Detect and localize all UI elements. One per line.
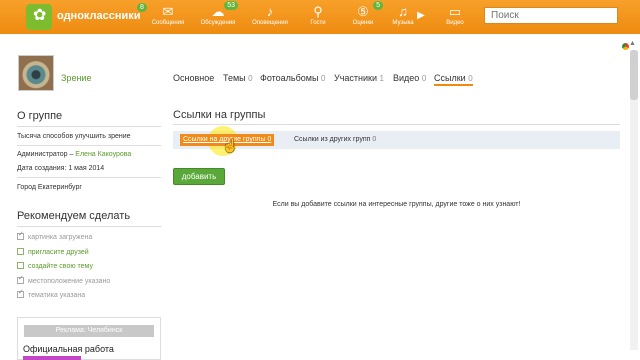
divider	[173, 124, 620, 125]
bell-icon: ♪	[266, 4, 274, 19]
tab-label: Видео	[393, 73, 420, 83]
tab-label: Темы	[223, 73, 246, 83]
tab-count: 0	[248, 74, 253, 83]
ad-text[interactable]: Официальная работа	[23, 344, 114, 354]
empty-state-message: Если вы добавите ссылки на интересные гр…	[272, 201, 521, 208]
brand-name[interactable]: одноклассники	[57, 10, 141, 22]
divider	[17, 226, 161, 227]
about-group-heading: О группе	[17, 110, 63, 122]
page-title: Ссылки на группы	[173, 109, 266, 121]
todo-item-invite-friends[interactable]: пригласите друзей	[17, 248, 89, 256]
tab-count: 0	[421, 74, 427, 83]
subtab-label: Ссылки из других групп	[294, 136, 371, 143]
tab-topics[interactable]: Темы 0	[223, 73, 253, 83]
todo-item-picture: картинка загружена	[17, 233, 92, 241]
admin-name-link[interactable]: Елена Какоурова	[75, 151, 131, 158]
todo-label: местоположение указано	[28, 278, 111, 285]
tab-label: Основное	[173, 73, 215, 83]
creation-date: Дата создания: 1 мая 2014	[17, 165, 105, 172]
subtab-count: 0	[267, 136, 272, 143]
tab-label: Фотоальбомы	[260, 73, 319, 83]
search-input[interactable]	[484, 7, 618, 24]
nav-label: Сообщения	[151, 20, 185, 26]
play-icon: ▶	[417, 10, 425, 21]
nav-video[interactable]: ▭ Видео	[433, 4, 477, 32]
todo-item-location: местоположение указано	[17, 277, 110, 285]
todo-item-topic: тематика указана	[17, 291, 85, 299]
checkbox-checked-icon	[17, 277, 24, 284]
nav-notifications[interactable]: ♪ Оповещения	[248, 4, 292, 32]
nav-guests[interactable]: ⚲ Гости	[296, 4, 340, 32]
admin-line: Администратор – Елена Какоурова	[17, 151, 131, 158]
nav-label: Гости	[310, 20, 326, 26]
checkbox-icon	[17, 248, 24, 255]
tab-video[interactable]: Видео 0	[393, 73, 426, 83]
todo-label: создайте свою тему	[28, 263, 93, 270]
add-link-button[interactable]: добавить	[173, 168, 225, 185]
subtab-count: 0	[372, 136, 377, 143]
todo-label: пригласите друзей	[28, 249, 89, 256]
nav-label: Обсуждения	[200, 20, 236, 26]
todo-label: картинка загружена	[28, 234, 93, 241]
tab-label: Участники	[334, 73, 377, 83]
browser-extension-icon[interactable]	[622, 43, 629, 50]
tab-count: 0	[320, 74, 326, 83]
tab-members[interactable]: Участники 1	[334, 73, 384, 83]
nav-messages[interactable]: ✉ Сообщения	[146, 4, 190, 32]
ok-logo-icon: ✿	[33, 7, 47, 24]
group-name[interactable]: Зрение	[61, 73, 91, 83]
hand-cursor-icon: ☝	[222, 138, 239, 153]
divider	[17, 126, 161, 127]
divider	[17, 145, 161, 146]
tab-count: 0	[468, 74, 473, 83]
checkbox-checked-icon	[17, 233, 24, 240]
recommend-heading: Рекомендуем сделать	[17, 210, 131, 222]
group-avatar[interactable]	[18, 55, 54, 91]
scroll-up-arrow-icon[interactable]: ▲	[629, 40, 636, 47]
nav-ratings[interactable]: ⑤ Оценки 5	[341, 1, 385, 32]
group-city: Город Екатеринбург	[17, 184, 82, 191]
envelope-icon: ✉	[162, 4, 174, 19]
footprints-icon: ⚲	[313, 4, 323, 19]
group-description: Тысяча способов улучшить зрение	[17, 133, 131, 140]
nav-badge: 53	[224, 1, 238, 10]
nav-discussions[interactable]: ☁ Обсуждения 53	[196, 1, 240, 32]
video-icon: ▭	[448, 4, 462, 19]
ad-title: Реклама: Челябинск	[24, 325, 154, 337]
todo-item-create-topic[interactable]: создайте свою тему	[17, 262, 93, 270]
tab-photo-albums[interactable]: Фотоальбомы 0	[260, 73, 325, 83]
music-play-button[interactable]: ▶	[414, 8, 428, 36]
nav-label: Оповещения	[252, 20, 288, 26]
scrollbar-thumb[interactable]	[630, 50, 638, 100]
subtab-links-from-groups[interactable]: Ссылки из других групп 0	[294, 136, 376, 143]
checkbox-checked-icon	[17, 291, 24, 298]
divider	[17, 177, 161, 178]
tab-links[interactable]: Ссылки 0	[434, 73, 473, 86]
admin-label: Администратор –	[17, 151, 74, 158]
nav-label: Видео	[446, 20, 464, 26]
checkbox-icon	[17, 262, 24, 269]
tab-main[interactable]: Основное	[173, 73, 214, 83]
nav-label: Оценки	[352, 20, 374, 26]
ad-image[interactable]	[23, 356, 81, 360]
tab-label: Ссылки	[434, 73, 466, 83]
tab-count: 1	[379, 74, 384, 83]
todo-label: тематика указана	[28, 292, 86, 299]
